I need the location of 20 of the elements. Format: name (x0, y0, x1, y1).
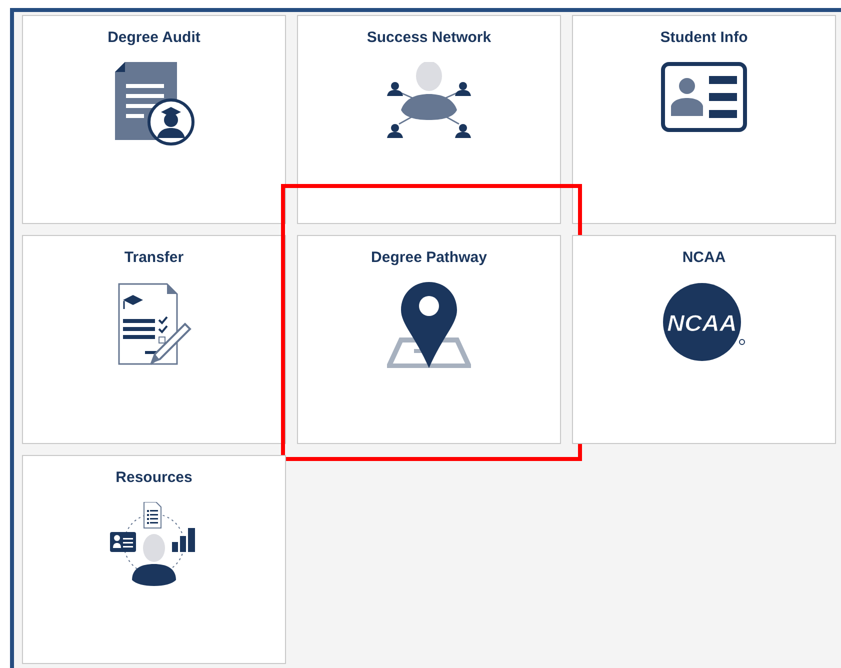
document-graduate-icon (113, 62, 195, 148)
tile-title: Degree Pathway (371, 249, 487, 266)
tile-title: Student Info (660, 29, 748, 46)
tile-title: Degree Audit (108, 29, 200, 46)
ncaa-logo: NCAA (662, 282, 746, 362)
app-tile[interactable]: Degree Audit (22, 15, 286, 224)
app-tile[interactable]: Student Info (572, 15, 836, 224)
app-tile[interactable]: NCAA NCAA (572, 235, 836, 444)
app-tile[interactable]: Transfer (22, 235, 286, 444)
tile-title: NCAA (682, 249, 726, 266)
tile-title: Success Network (366, 29, 492, 46)
tile-title: Resources (116, 469, 192, 486)
people-network-icon (387, 62, 471, 140)
app-tile[interactable]: Resources (22, 455, 286, 664)
app-tile[interactable]: Degree Pathway (297, 235, 561, 444)
app-tile[interactable]: Success Network (297, 15, 561, 224)
person-resources-icon (110, 502, 198, 586)
id-card-icon (661, 62, 747, 132)
map-pin-icon (387, 282, 471, 368)
tile-title: Transfer (124, 249, 184, 266)
